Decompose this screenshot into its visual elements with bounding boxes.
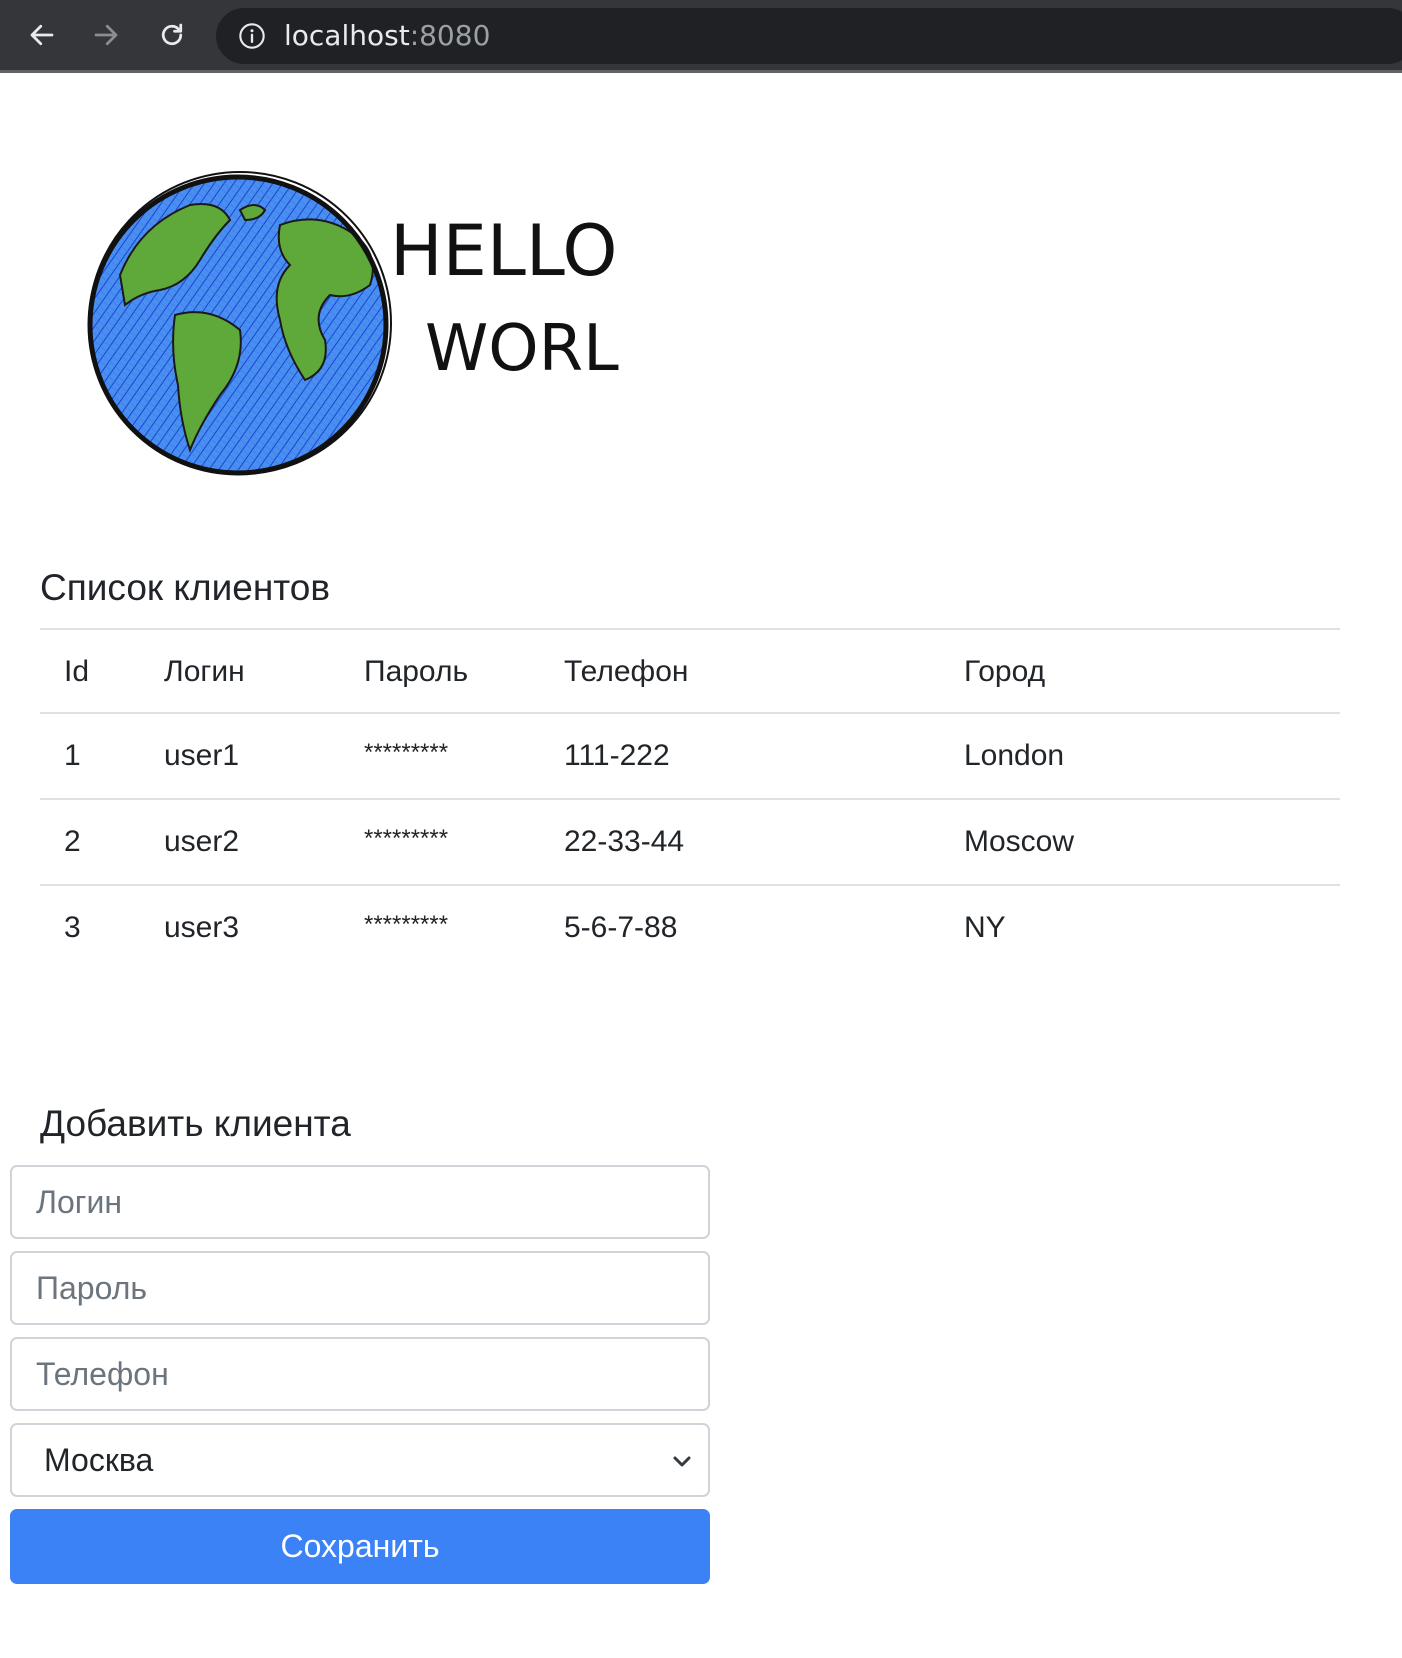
chevron-down-icon [673,1456,691,1467]
browser-toolbar: localhost:8080 [0,0,1402,73]
save-button[interactable]: Сохранить [10,1509,710,1584]
cell-id: 3 [64,911,81,944]
address-bar[interactable]: localhost:8080 [216,8,1402,64]
login-input[interactable] [10,1165,710,1239]
phone-input[interactable] [10,1337,710,1411]
cell-city: London [964,739,1065,772]
city-select-value: Москва [44,1442,154,1478]
url-port: :8080 [409,19,491,52]
forward-arrow-icon[interactable] [86,15,126,55]
info-icon[interactable] [238,22,266,50]
table-header-row: Id Логин Пароль Телефон Город [40,628,1340,714]
city-select[interactable]: Москва [10,1423,710,1497]
url-text: localhost:8080 [284,20,490,52]
add-client-title: Добавить клиента [40,1103,351,1144]
column-header-login: Логин [164,655,245,688]
column-header-password: Пароль [364,655,469,688]
cell-login: user3 [164,911,240,944]
clients-list-title: Список клиентов [40,567,331,608]
logo-line2: WORLD! [425,312,620,386]
reload-icon[interactable] [152,15,192,55]
back-arrow-icon[interactable] [22,15,62,55]
hello-world-logo: HELLO WORLD! [87,171,620,476]
cell-id: 2 [64,825,81,858]
cell-phone: 5-6-7-88 [564,911,678,944]
clients-table: Id Логин Пароль Телефон Город 1 user1 **… [40,628,1340,972]
cell-id: 1 [64,739,81,772]
hello-world-lettering: HELLO WORLD! [390,210,620,386]
toolbar-divider [0,70,1402,73]
column-header-id: Id [64,655,90,688]
cell-login: user1 [164,739,240,772]
cell-password: ********* [364,825,449,852]
cell-password: ********* [364,739,449,766]
globe-icon [87,171,392,476]
cell-login: user2 [164,825,240,858]
table-row: 2 user2 ********* 22-33-44 Moscow [40,800,1340,886]
table-row: 1 user1 ********* 111-222 London [40,714,1340,800]
column-header-phone: Телефон [564,655,689,688]
column-header-city: Город [964,655,1046,688]
logo-line1: HELLO [390,210,617,292]
cell-password: ********* [364,911,449,938]
password-input[interactable] [10,1251,710,1325]
table-row: 3 user3 ********* 5-6-7-88 NY [40,886,1340,972]
cell-city: Moscow [964,825,1075,858]
url-host: localhost [284,19,410,52]
cell-city: NY [964,911,1006,944]
cell-phone: 111-222 [564,739,670,772]
cell-phone: 22-33-44 [564,825,685,858]
